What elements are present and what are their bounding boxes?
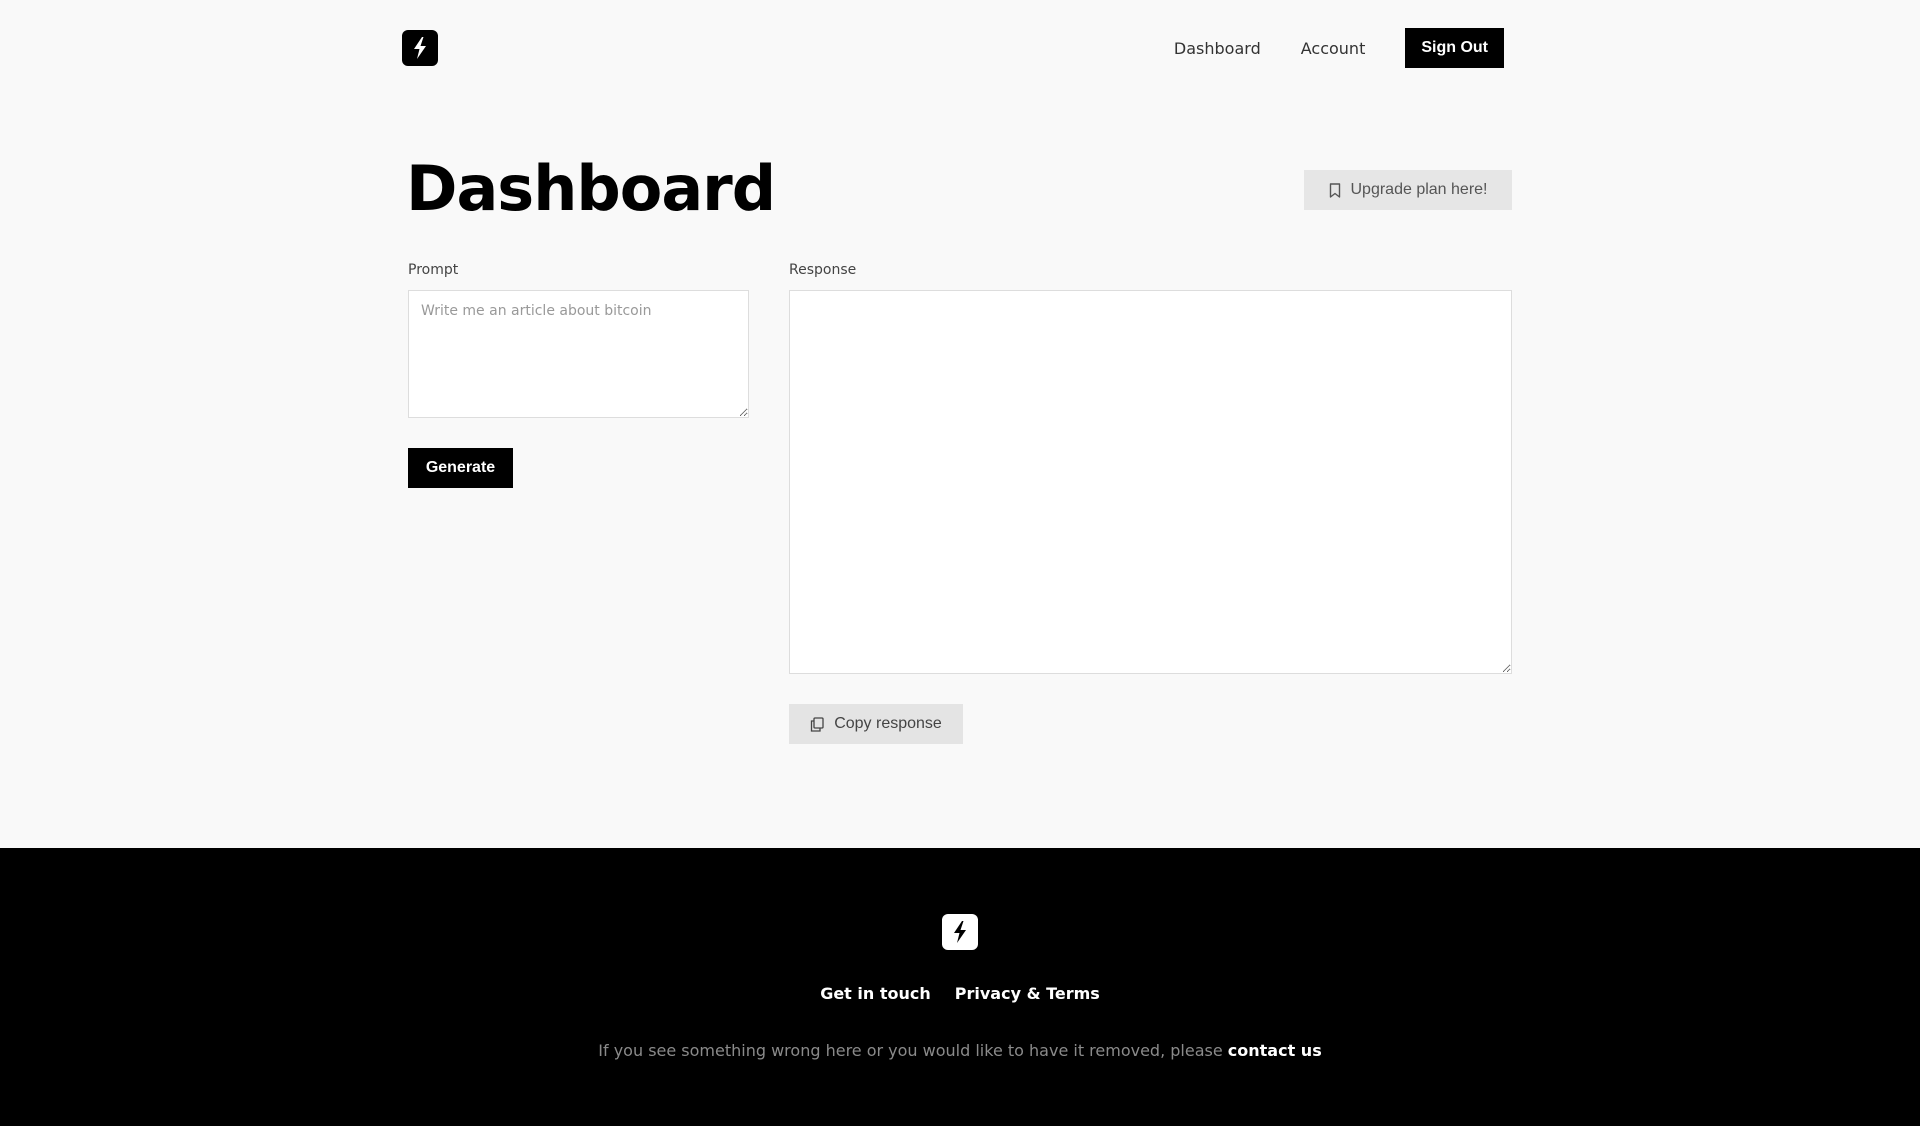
lightning-bolt-icon	[414, 37, 426, 59]
prompt-label: Prompt	[408, 262, 459, 278]
sign-out-button[interactable]: Sign Out	[1405, 28, 1504, 68]
footer-logo[interactable]	[942, 914, 978, 950]
top-nav: Dashboard Account Sign Out	[1174, 28, 1504, 68]
nav-dashboard-link[interactable]: Dashboard	[1174, 39, 1261, 58]
upgrade-plan-label: Upgrade plan here!	[1350, 181, 1488, 198]
lightning-bolt-icon	[954, 921, 966, 943]
copy-response-button[interactable]: Copy response	[789, 704, 963, 744]
privacy-terms-link[interactable]: Privacy & Terms	[955, 984, 1100, 1003]
contact-us-link[interactable]: contact us	[1228, 1041, 1322, 1060]
footer-note: If you see something wrong here or you w…	[0, 1041, 1920, 1060]
page-title: Dashboard	[406, 152, 776, 225]
logo[interactable]	[402, 30, 438, 66]
site-footer: Get in touch Privacy & Terms If you see …	[0, 848, 1920, 1126]
get-in-touch-link[interactable]: Get in touch	[820, 984, 931, 1003]
nav-account-link[interactable]: Account	[1301, 39, 1366, 58]
prompt-input[interactable]	[408, 290, 749, 418]
response-output[interactable]	[789, 290, 1512, 674]
footer-links: Get in touch Privacy & Terms	[0, 984, 1920, 1003]
copy-response-label: Copy response	[834, 715, 942, 732]
bookmark-icon	[1329, 182, 1340, 198]
site-header: Dashboard Account Sign Out	[0, 0, 1920, 96]
copy-icon	[811, 716, 824, 732]
footer-note-text: If you see something wrong here or you w…	[598, 1041, 1228, 1060]
upgrade-plan-button[interactable]: Upgrade plan here!	[1304, 170, 1512, 210]
generate-button[interactable]: Generate	[408, 448, 513, 488]
response-label: Response	[789, 262, 857, 278]
